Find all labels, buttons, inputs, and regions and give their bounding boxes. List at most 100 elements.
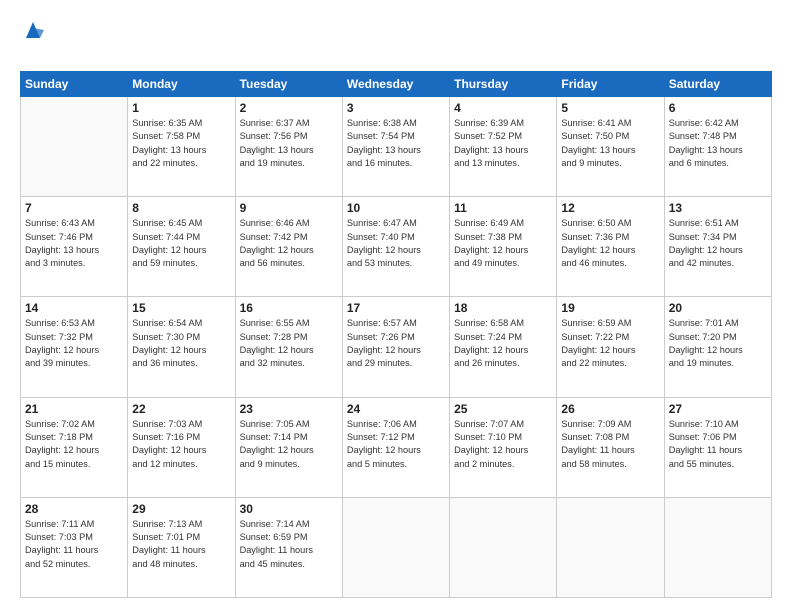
day-info-line: and 9 minutes. (561, 158, 621, 168)
day-info-line: Sunset: 7:10 PM (454, 432, 522, 442)
day-info-line: Sunrise: 6:43 AM (25, 218, 95, 228)
day-info-line: Daylight: 13 hours (132, 145, 206, 155)
day-info-line: Sunrise: 6:38 AM (347, 118, 417, 128)
day-info-line: Sunset: 7:58 PM (132, 131, 200, 141)
calendar-cell: 22Sunrise: 7:03 AMSunset: 7:16 PMDayligh… (128, 397, 235, 497)
day-info: Sunrise: 6:41 AMSunset: 7:50 PMDaylight:… (561, 117, 659, 170)
day-number: 19 (561, 301, 659, 315)
day-info-line: and 59 minutes. (132, 258, 197, 268)
calendar-cell: 28Sunrise: 7:11 AMSunset: 7:03 PMDayligh… (21, 497, 128, 597)
calendar-cell: 9Sunrise: 6:46 AMSunset: 7:42 PMDaylight… (235, 197, 342, 297)
day-info-line: Sunset: 7:46 PM (25, 232, 93, 242)
day-info-line: Sunset: 7:32 PM (25, 332, 93, 342)
day-number: 4 (454, 101, 552, 115)
calendar-header-row: SundayMondayTuesdayWednesdayThursdayFrid… (21, 72, 772, 97)
day-info: Sunrise: 7:13 AMSunset: 7:01 PMDaylight:… (132, 518, 230, 571)
day-number: 24 (347, 402, 445, 416)
day-info-line: Sunrise: 6:42 AM (669, 118, 739, 128)
day-info-line: Sunrise: 6:35 AM (132, 118, 202, 128)
calendar-cell: 18Sunrise: 6:58 AMSunset: 7:24 PMDayligh… (450, 297, 557, 397)
day-info-line: and 22 minutes. (132, 158, 197, 168)
day-info-line: Sunrise: 7:06 AM (347, 419, 417, 429)
day-info-line: and 19 minutes. (240, 158, 305, 168)
calendar-cell: 30 Sunrise: 7:14 AMSunset: 6:59 PMDayligh… (235, 497, 342, 597)
day-info: Sunrise: 6:46 AMSunset: 7:42 PMDaylight:… (240, 217, 338, 270)
day-info-line: Daylight: 12 hours (132, 345, 206, 355)
day-info-line: Sunrise: 6:45 AM (132, 218, 202, 228)
calendar-cell: 27Sunrise: 7:10 AMSunset: 7:06 PMDayligh… (664, 397, 771, 497)
day-info-line: Daylight: 13 hours (669, 145, 743, 155)
day-info-line: Sunset: 7:36 PM (561, 232, 629, 242)
day-info: Sunrise: 6:53 AMSunset: 7:32 PMDaylight:… (25, 317, 123, 370)
day-number: 8 (132, 201, 230, 215)
day-info-line: Sunrise: 6:57 AM (347, 318, 417, 328)
day-info: Sunrise: 7:03 AMSunset: 7:16 PMDaylight:… (132, 418, 230, 471)
day-info-line: Sunrise: 7:05 AM (240, 419, 310, 429)
day-info-line: Sunrise: 6:49 AM (454, 218, 524, 228)
calendar-header-sunday: Sunday (21, 72, 128, 97)
day-number: 7 (25, 201, 123, 215)
calendar-week-row: 1Sunrise: 6:35 AMSunset: 7:58 PMDaylight… (21, 97, 772, 197)
calendar-cell: 7Sunrise: 6:43 AMSunset: 7:46 PMDaylight… (21, 197, 128, 297)
day-info: Sunrise: 7:14 AMSunset: 6:59 PMDaylight:… (240, 518, 338, 571)
calendar-cell: 14Sunrise: 6:53 AMSunset: 7:32 PMDayligh… (21, 297, 128, 397)
calendar-cell: 8Sunrise: 6:45 AMSunset: 7:44 PMDaylight… (128, 197, 235, 297)
day-info-line: and 5 minutes. (347, 459, 407, 469)
day-info: Sunrise: 6:43 AMSunset: 7:46 PMDaylight:… (25, 217, 123, 270)
day-number: 2 (240, 101, 338, 115)
day-info: Sunrise: 6:35 AM Sunset: 7:58 PM Daylight:… (132, 117, 230, 170)
day-info: Sunrise: 6:49 AMSunset: 7:38 PMDaylight:… (454, 217, 552, 270)
day-info-line: Sunrise: 6:47 AM (347, 218, 417, 228)
day-info-line: Daylight: 11 hours (132, 545, 205, 555)
day-number: 21 (25, 402, 123, 416)
day-info-line: and 42 minutes. (669, 258, 734, 268)
day-info-line: Sunrise: 6:37 AM (240, 118, 310, 128)
day-info-line: Daylight: 13 hours (347, 145, 421, 155)
day-info-line: Sunset: 7:34 PM (669, 232, 737, 242)
day-info-line: Sunrise: 6:55 AM (240, 318, 310, 328)
day-info-line: Daylight: 12 hours (240, 445, 314, 455)
day-info-line: and 46 minutes. (561, 258, 626, 268)
day-info-line: and 36 minutes. (132, 358, 197, 368)
calendar-cell: 26Sunrise: 7:09 AMSunset: 7:08 PMDayligh… (557, 397, 664, 497)
calendar-cell (664, 497, 771, 597)
calendar-cell: 25Sunrise: 7:07 AMSunset: 7:10 PMDayligh… (450, 397, 557, 497)
calendar-header-wednesday: Wednesday (342, 72, 449, 97)
day-number: 30 (240, 502, 338, 516)
day-info: Sunrise: 7:11 AMSunset: 7:03 PMDaylight:… (25, 518, 123, 571)
day-info-line: Daylight: 12 hours (454, 245, 528, 255)
day-info-line: and 3 minutes. (25, 258, 85, 268)
day-info: Sunrise: 6:59 AMSunset: 7:22 PMDaylight:… (561, 317, 659, 370)
day-info: Sunrise: 7:02 AMSunset: 7:18 PMDaylight:… (25, 418, 123, 471)
calendar-cell (342, 497, 449, 597)
day-info-line: Sunset: 7:40 PM (347, 232, 415, 242)
day-info-line: Daylight: 12 hours (669, 345, 743, 355)
calendar-cell (557, 497, 664, 597)
calendar-cell: 20Sunrise: 7:01 AMSunset: 7:20 PMDayligh… (664, 297, 771, 397)
day-info-line: Daylight: 11 hours (240, 545, 313, 555)
day-info-line: Sunset: 7:56 PM (240, 131, 308, 141)
day-number: 17 (347, 301, 445, 315)
calendar-cell: 17Sunrise: 6:57 AMSunset: 7:26 PMDayligh… (342, 297, 449, 397)
day-info-line: Sunset: 7:18 PM (25, 432, 93, 442)
calendar-cell: 15Sunrise: 6:54 AMSunset: 7:30 PMDayligh… (128, 297, 235, 397)
day-info-line: Sunrise: 6:54 AM (132, 318, 202, 328)
day-info-line: Sunrise: 7:09 AM (561, 419, 631, 429)
day-info-line: Sunrise: 7:02 AM (25, 419, 95, 429)
day-info-line: Sunrise: 6:51 AM (669, 218, 739, 228)
day-info-line: and 56 minutes. (240, 258, 305, 268)
day-info-line: Sunrise: 6:53 AM (25, 318, 95, 328)
day-info-line: Daylight: 12 hours (347, 345, 421, 355)
day-number: 6 (669, 101, 767, 115)
day-info-line: Sunset: 7:14 PM (240, 432, 308, 442)
calendar-cell: 12Sunrise: 6:50 AMSunset: 7:36 PMDayligh… (557, 197, 664, 297)
day-info: Sunrise: 6:51 AMSunset: 7:34 PMDaylight:… (669, 217, 767, 270)
day-info-line: Sunset: 6:59 PM (240, 532, 308, 542)
page: SundayMondayTuesdayWednesdayThursdayFrid… (0, 0, 792, 612)
day-info-line: Sunset: 7:03 PM (25, 532, 93, 542)
day-info-line: and 55 minutes. (669, 459, 734, 469)
calendar-header-monday: Monday (128, 72, 235, 97)
day-info: Sunrise: 7:10 AMSunset: 7:06 PMDaylight:… (669, 418, 767, 471)
logo-icon (22, 20, 44, 40)
calendar-cell: 19 Sunrise: 6:59 AMSunset: 7:22 PMDayligh… (557, 297, 664, 397)
